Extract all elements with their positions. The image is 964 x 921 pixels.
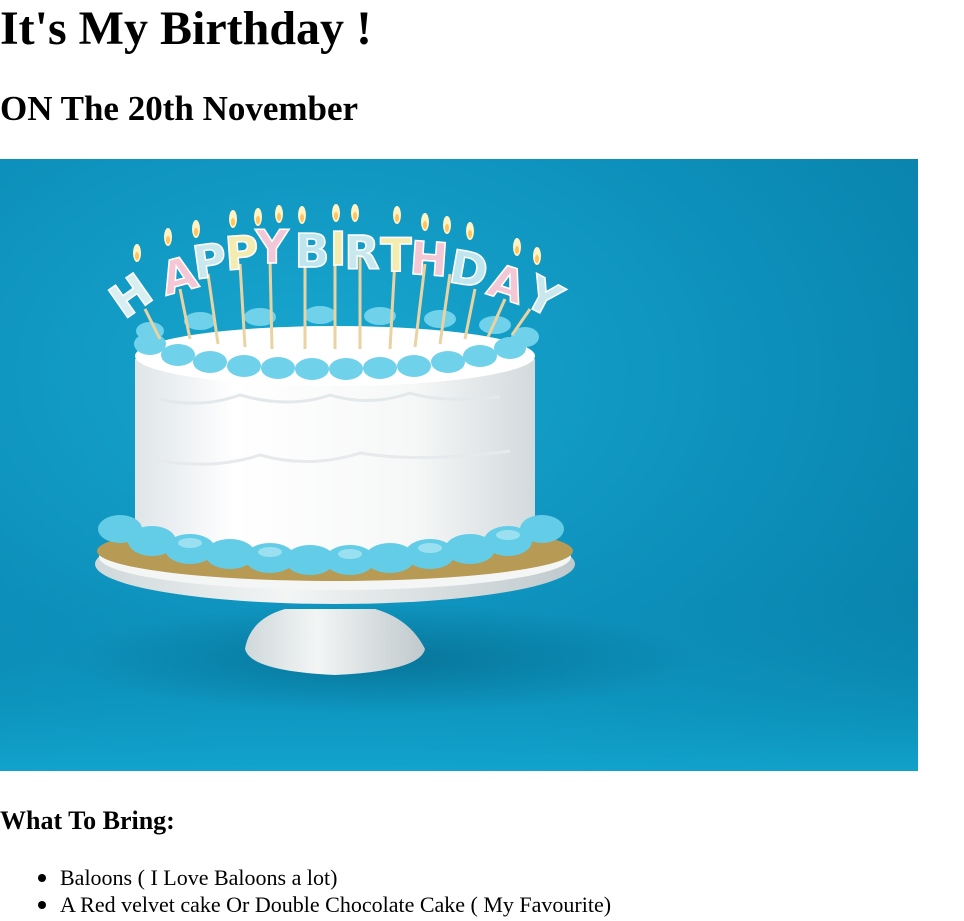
what-to-bring-list: Baloons ( I Love Baloons a lot) A Red ve… [0,864,611,918]
what-to-bring-heading: What To Bring: [0,806,175,835]
bullet-icon [38,901,46,909]
candle-letter: H [408,231,450,288]
birthday-cake-image: HAPPYBIRTHDAY [0,159,918,771]
list-item-label: A Red velvet cake Or Double Chocolate Ca… [60,892,612,917]
bullet-icon [38,874,46,882]
birthday-page: It's My Birthday ! ON The 20th November [0,0,964,921]
candle-letter: T [380,228,412,282]
candle-letter: Y [254,220,289,274]
candle-letter: R [344,226,379,280]
cake-illustration: HAPPY B IR THDAY [0,159,918,771]
page-title: It's My Birthday ! [0,2,372,55]
page-subtitle: ON The 20th November [0,89,359,128]
list-item: Baloons ( I Love Baloons a lot) [38,864,611,891]
list-item: A Red velvet cake Or Double Chocolate Ca… [38,891,612,918]
list-item-label: Baloons ( I Love Baloons a lot) [60,865,338,890]
candle-letter: B [294,224,329,278]
